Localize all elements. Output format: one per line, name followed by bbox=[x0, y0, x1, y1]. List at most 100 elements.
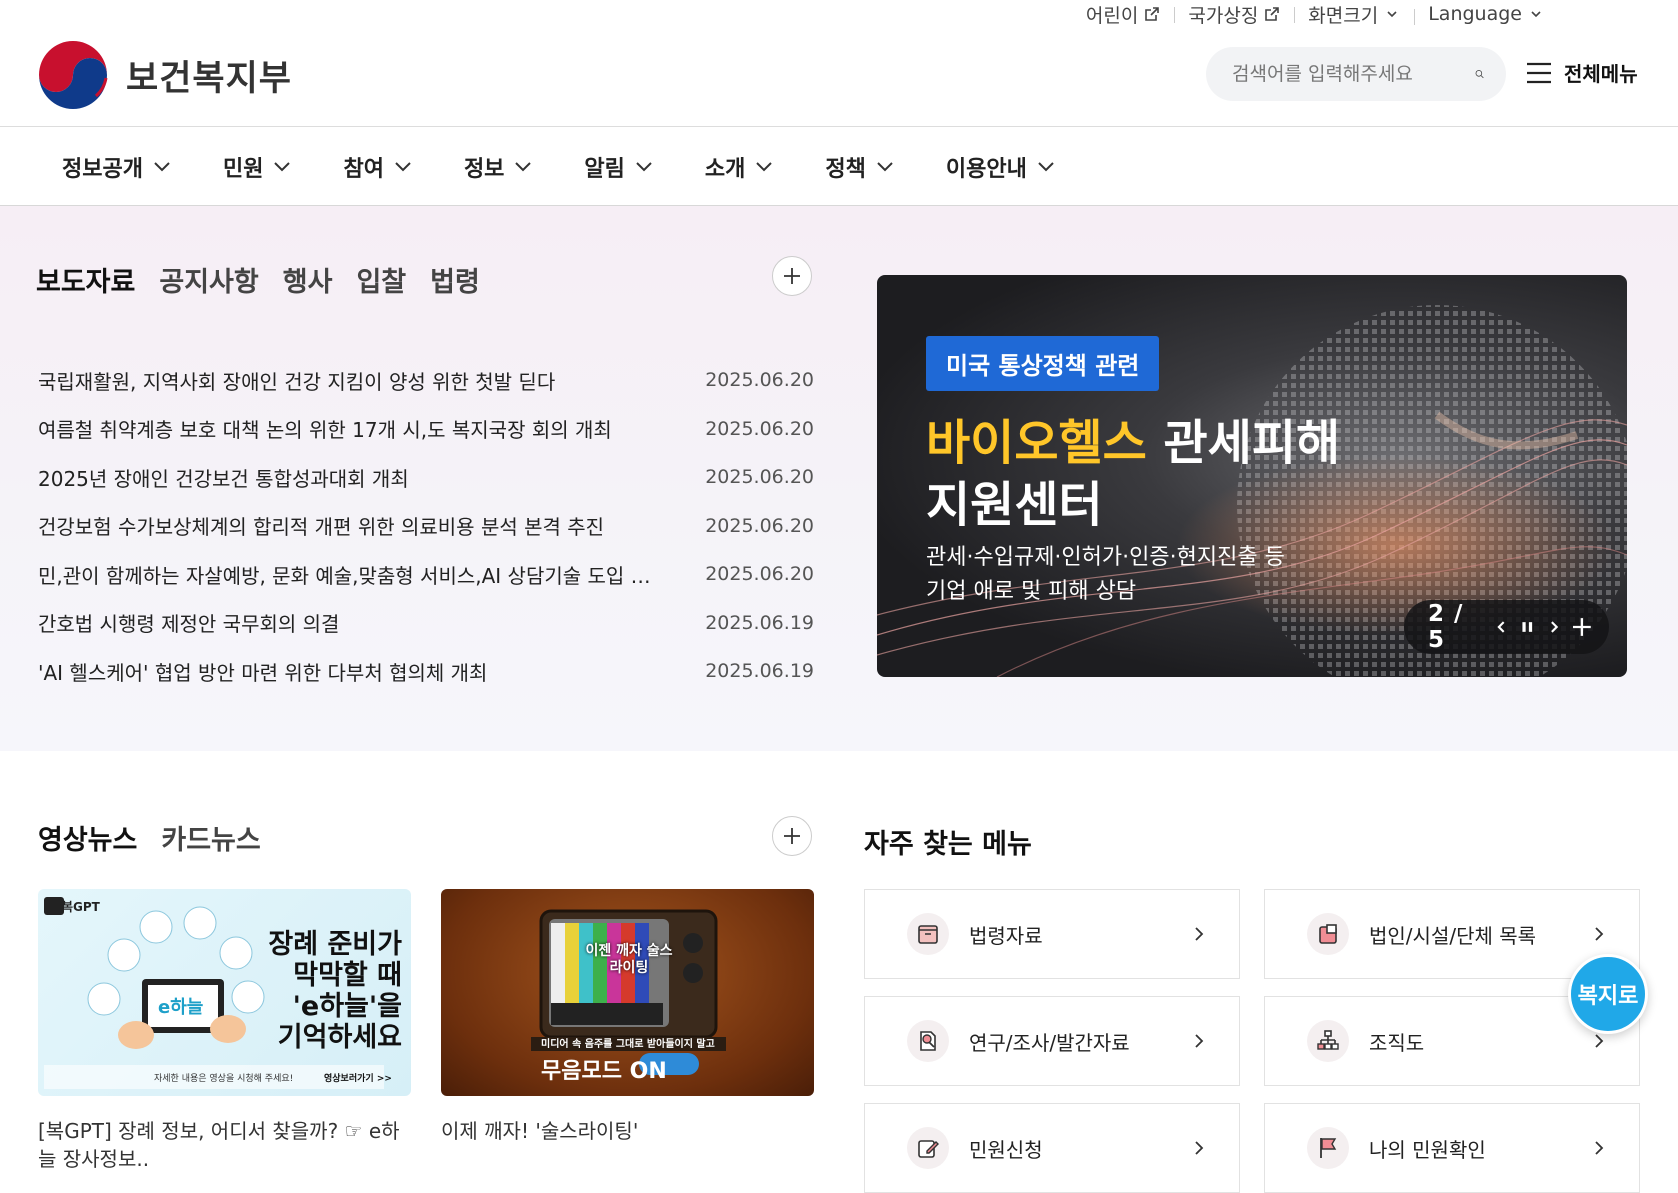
favorites-title: 자주 찾는 메뉴 bbox=[864, 829, 1032, 860]
news-item[interactable]: 여름철 취약계층 보호 대책 논의 위한 17개 시,도 복지국장 회의 개최 2… bbox=[38, 405, 814, 454]
news-title: 민,관이 함께하는 자살예방, 문화 예술,맞춤형 서비스,AI 상담기술 도입… bbox=[38, 563, 658, 588]
news-title: 2025년 장애인 건강보건 통합성과대회 개최 bbox=[38, 466, 409, 491]
chevron-right-icon bbox=[1595, 927, 1604, 941]
news-title: 간호법 시행령 제정안 국무회의 의결 bbox=[38, 612, 340, 637]
chevron-right-icon bbox=[1595, 1141, 1604, 1155]
nav-item[interactable]: 소개 bbox=[705, 151, 773, 183]
favorite-menu-item[interactable]: 나의 민원확인 bbox=[1264, 1103, 1640, 1193]
tab-item[interactable]: 공지사항 bbox=[159, 260, 258, 299]
pause-icon[interactable] bbox=[1520, 617, 1535, 637]
tab-item[interactable]: 영상뉴스 bbox=[35, 818, 140, 857]
chevron-right-icon bbox=[1195, 1141, 1204, 1155]
search-input[interactable] bbox=[1232, 63, 1475, 85]
main-navigation: 정보공개 민원 참여 정보 알림 소개 정책 이용안내 bbox=[0, 127, 1678, 206]
nav-item[interactable]: 민원 bbox=[223, 151, 291, 183]
news-date: 2025.06.19 bbox=[705, 660, 814, 683]
chevron-right-icon[interactable] bbox=[1547, 617, 1562, 637]
chevron-down-icon bbox=[1038, 161, 1054, 171]
tab-item[interactable]: 보도자료 bbox=[33, 260, 138, 299]
search-icon[interactable] bbox=[1475, 60, 1484, 88]
nav-list: 정보공개 민원 참여 정보 알림 소개 정책 이용안내 bbox=[62, 127, 1107, 206]
video-thumbnail-2[interactable]: 이젠 깨자 술스라이팅 미디어 속 음주를 그대로 받아들이지 말고 무음모드 … bbox=[441, 889, 814, 1096]
news-date: 2025.06.20 bbox=[705, 369, 814, 392]
chevron-down-icon bbox=[515, 161, 532, 171]
edit-form-icon bbox=[918, 1140, 939, 1158]
flag-icon bbox=[1320, 1138, 1337, 1158]
chevron-down-icon bbox=[756, 161, 773, 171]
news-item[interactable]: 민,관이 함께하는 자살예방, 문화 예술,맞춤형 서비스,AI 상담기술 도입… bbox=[38, 550, 814, 599]
banner-controls: 2 / 5 bbox=[1404, 600, 1609, 654]
law-book-icon bbox=[918, 925, 938, 944]
thumb-subline: 미디어 속 음주를 그대로 받아들이지 말고 bbox=[541, 1039, 715, 1050]
nav-item[interactable]: 참여 bbox=[343, 151, 411, 183]
org-chart-icon bbox=[1317, 1030, 1339, 1050]
tab-item[interactable]: 행사 bbox=[283, 260, 333, 299]
nav-item[interactable]: 알림 bbox=[584, 151, 652, 183]
news-item[interactable]: 2025년 장애인 건강보건 통합성과대회 개최 2025.06.20 bbox=[38, 453, 814, 502]
news-date: 2025.06.20 bbox=[705, 514, 814, 537]
chevron-down-icon bbox=[877, 161, 893, 171]
plus-icon bbox=[784, 268, 800, 284]
taegeuk-logo-icon bbox=[37, 39, 109, 111]
tab-item[interactable]: 법령 bbox=[430, 260, 480, 299]
banner-badge: 미국 통상정책 관련 bbox=[926, 336, 1160, 391]
news-item[interactable]: 'AI 헬스케어' 협업 방안 마련 위한 다부처 협의체 개최 2025.06.… bbox=[38, 647, 814, 696]
favorite-menu-label: 연구/조사/발간자료 bbox=[969, 1030, 1130, 1055]
search-box bbox=[1206, 47, 1506, 101]
banner-description: 관세·수입규제·인허가·인증·현지진출 등 기업 애로 및 피해 상담 bbox=[926, 545, 1285, 604]
logo-text: 보건복지부 bbox=[126, 58, 293, 99]
hamburger-icon bbox=[1527, 62, 1551, 83]
nav-item[interactable]: 정보 bbox=[464, 151, 532, 183]
news-item[interactable]: 건강보험 수가보상체계의 합리적 개편 위한 의료비용 분석 본격 추진 2025… bbox=[38, 502, 814, 551]
chevron-down-icon bbox=[395, 161, 411, 171]
tab-item[interactable]: 카드뉴스 bbox=[161, 818, 260, 857]
news-title: 건강보험 수가보상체계의 합리적 개편 위한 의료비용 분석 본격 추진 bbox=[38, 515, 605, 540]
main-banner[interactable]: 미국 통상정책 관련 바이오헬스 관세피해 지원센터 관세·수입규제·인허가·인… bbox=[877, 275, 1627, 677]
media-more-button[interactable] bbox=[772, 816, 812, 856]
news-item[interactable]: 간호법 시행령 제정안 국무회의 의결 2025.06.19 bbox=[38, 599, 814, 648]
favorite-menu-label: 법령자료 bbox=[969, 923, 1043, 948]
favorite-menu-item[interactable]: 민원신청 bbox=[864, 1103, 1240, 1193]
chevron-left-icon[interactable] bbox=[1494, 617, 1509, 637]
nav-item[interactable]: 정보공개 bbox=[62, 151, 171, 183]
chevron-right-icon bbox=[1195, 927, 1204, 941]
news-list: 국립재활원, 지역사회 장애인 건강 지킴이 양성 위한 첫발 딛다 2025.0… bbox=[38, 356, 814, 696]
video-caption-1[interactable]: [복GPT] 장례 정보, 어디서 찾을까? ☞ e하늘 장사정보.. bbox=[38, 1117, 411, 1173]
all-menu-button[interactable]: 전체메뉴 bbox=[1526, 58, 1638, 87]
thumb-brand: e하늘 bbox=[158, 997, 204, 1018]
thumb-mainline: 무음모드 ON bbox=[541, 1059, 667, 1084]
plus-icon[interactable] bbox=[1573, 616, 1592, 638]
favorite-menu-item[interactable]: 연구/조사/발간자료 bbox=[864, 996, 1240, 1086]
favorite-menu-label: 조직도 bbox=[1369, 1030, 1425, 1055]
chevron-right-icon bbox=[1195, 1034, 1204, 1048]
thumb-headline: 장례 준비가 막막할 때 'e하늘'을 기억하세요 bbox=[268, 929, 402, 1053]
news-more-button[interactable] bbox=[772, 256, 812, 296]
tab-item[interactable]: 입찰 bbox=[356, 260, 406, 299]
nav-item[interactable]: 이용안내 bbox=[946, 151, 1055, 183]
media-tabs: 영상뉴스 카드뉴스 bbox=[35, 818, 261, 857]
chevron-down-icon bbox=[274, 161, 291, 171]
news-tabs: 보도자료 공지사항 행사 입찰 법령 bbox=[33, 260, 480, 299]
building-icon bbox=[1319, 924, 1337, 944]
favorite-menu-label: 법인/시설/단체 목록 bbox=[1369, 923, 1537, 948]
nav-item[interactable]: 정책 bbox=[825, 151, 893, 183]
research-icon bbox=[920, 1031, 936, 1051]
thumb-tv-text: 이젠 깨자 술스라이팅 bbox=[585, 943, 673, 976]
video-caption-2[interactable]: 이제 깨자! '술스라이팅' bbox=[441, 1117, 814, 1145]
news-date: 2025.06.20 bbox=[705, 417, 814, 440]
thumb-logo: 복GPT bbox=[62, 900, 100, 914]
site-header: 보건복지부 전체메뉴 bbox=[0, 0, 1678, 127]
banner-title-line2: 지원센터 bbox=[926, 477, 1103, 533]
site-logo[interactable]: 보건복지부 bbox=[36, 38, 292, 112]
chevron-down-icon bbox=[154, 161, 170, 171]
bokjiro-floating-button[interactable]: 복지로 bbox=[1568, 954, 1648, 1034]
chevron-right-icon bbox=[1595, 1034, 1604, 1048]
news-section: 보도자료 공지사항 행사 입찰 법령 국립재활원, 지역사회 장애인 건강 지킴이 양성… bbox=[0, 206, 1678, 751]
banner-title: 바이오헬스 관세피해 bbox=[926, 415, 1341, 471]
news-date: 2025.06.20 bbox=[705, 563, 814, 586]
favorite-menu-item[interactable]: 법령자료 bbox=[864, 889, 1240, 979]
chevron-down-icon bbox=[636, 161, 652, 171]
video-thumbnail-1[interactable]: 복GPT e하늘 장례 준비가 막막할 때 'e하늘'을 기억하세요 자세한 내… bbox=[38, 889, 411, 1096]
banner-counter: 2 / 5 bbox=[1428, 601, 1464, 653]
news-item[interactable]: 국립재활원, 지역사회 장애인 건강 지킴이 양성 위한 첫발 딛다 2025.0… bbox=[38, 356, 814, 405]
